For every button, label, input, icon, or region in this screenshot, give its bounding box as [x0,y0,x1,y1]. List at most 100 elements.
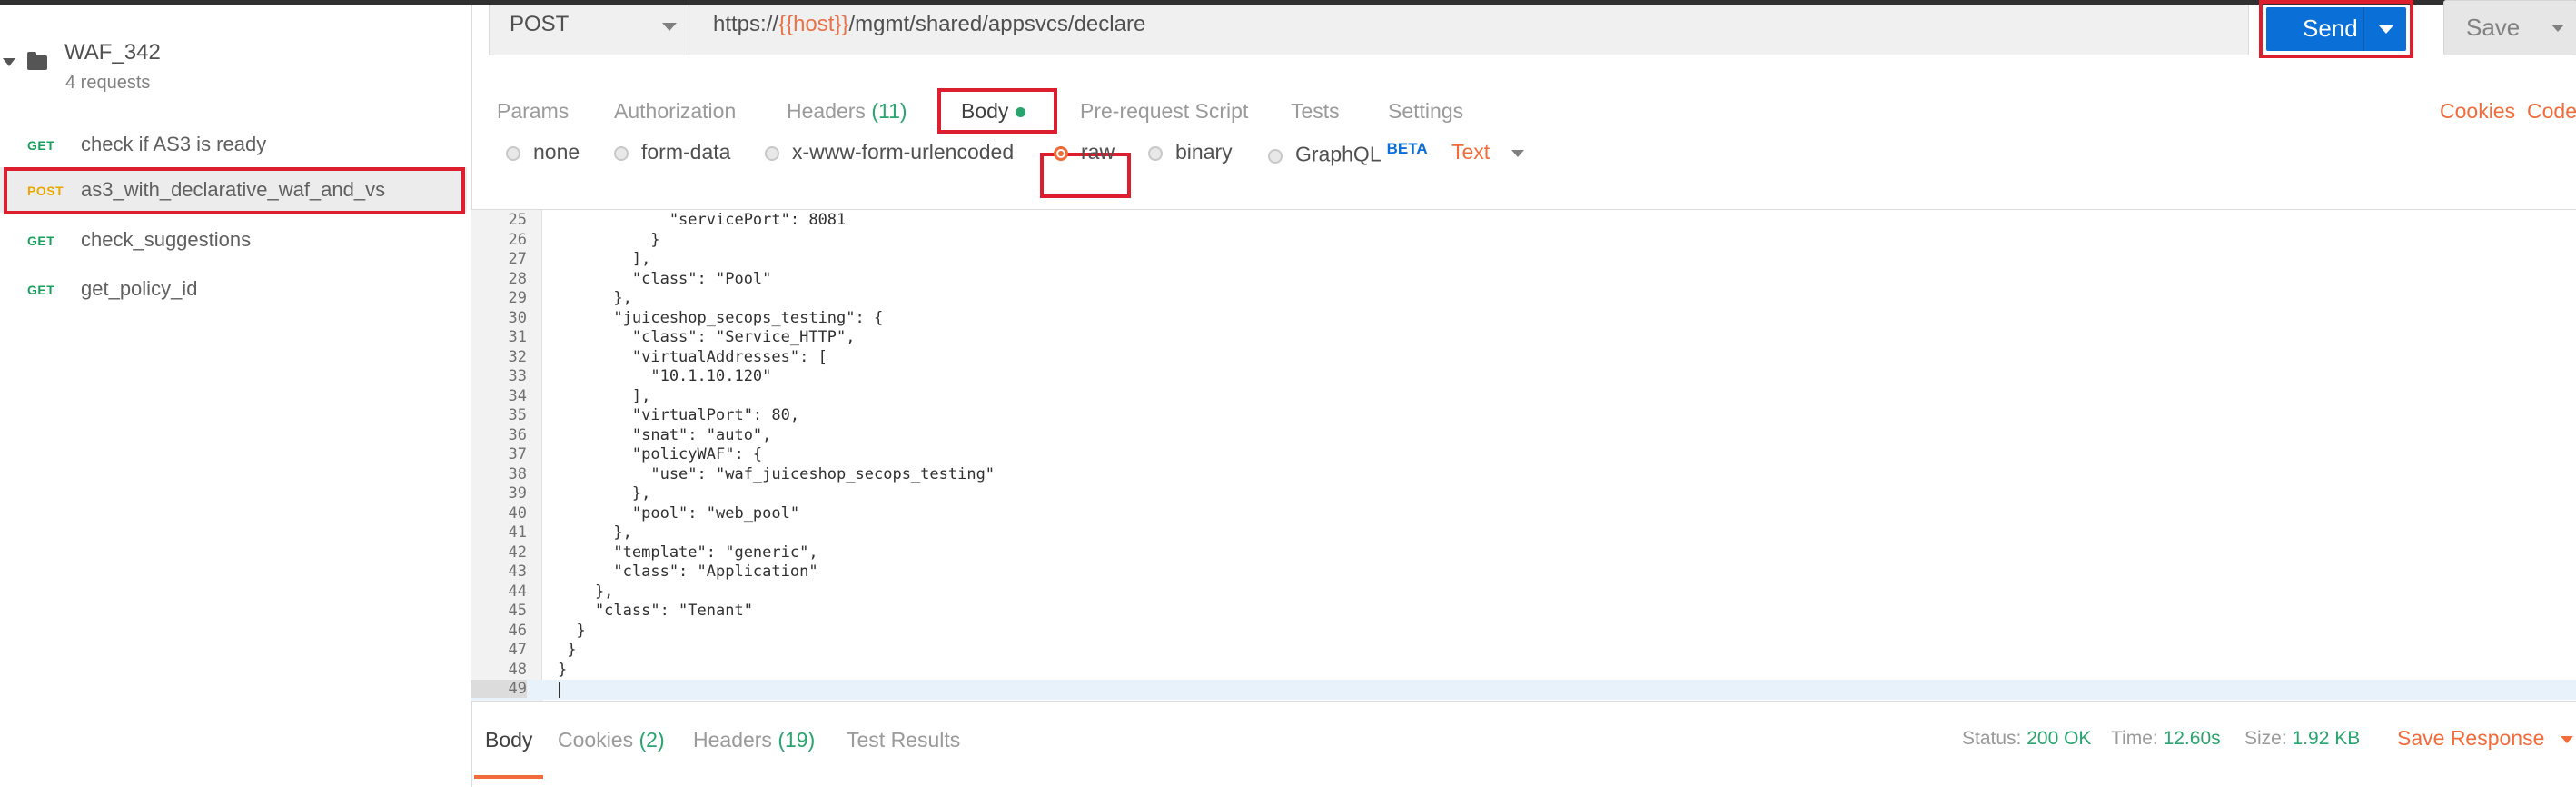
code-text[interactable]: }, [558,289,631,307]
beta-badge: BETA [1386,140,1428,157]
code-text[interactable]: "class": "Application" [558,563,817,581]
code-text[interactable]: "template": "generic", [558,543,817,562]
url-input[interactable]: https://{{host}}/mgmt/shared/appsvcs/dec… [689,5,2249,55]
code-text[interactable]: "snat": "auto", [558,426,772,444]
code-text[interactable]: }, [558,484,650,503]
code-line[interactable]: 49 [471,680,2576,700]
code-text[interactable]: }, [558,523,631,542]
code-text[interactable]: } [558,231,659,249]
tab-body[interactable]: Body [961,99,1026,124]
code-text[interactable]: } [558,641,576,659]
caret-down-icon[interactable] [3,58,15,66]
code-text[interactable]: } [558,661,567,679]
code-link[interactable]: Code [2527,99,2576,124]
code-line[interactable]: 30 "juiceshop_secops_testing": { [471,309,2576,329]
radio-icon[interactable] [765,145,779,161]
code-text[interactable]: }, [558,583,613,601]
code-line[interactable]: 47 } [471,641,2576,661]
response-tab-headers[interactable]: Headers (19) [693,728,815,752]
code-line[interactable]: 36 "snat": "auto", [471,426,2576,446]
code-line[interactable]: 27 ], [471,250,2576,270]
sidebar-request-item[interactable]: GET get_policy_id [0,266,467,312]
code-text[interactable]: ], [558,387,650,405]
code-text[interactable]: "servicePort": 8081 [558,211,846,229]
code-line[interactable]: 45 "class": "Tenant" [471,602,2576,622]
tab-headers[interactable]: Headers (11) [787,99,907,124]
code-line[interactable]: 25 "servicePort": 8081 [471,211,2576,231]
code-text[interactable]: "virtualAddresses": [ [558,348,827,366]
code-text[interactable]: "use": "waf_juiceshop_secops_testing" [558,465,995,483]
code-line[interactable]: 28 "class": "Pool" [471,270,2576,290]
body-type-label: form-data [641,140,731,164]
code-line[interactable]: 41 }, [471,523,2576,543]
save-options-chevron-icon[interactable] [2551,25,2564,32]
request-name: as3_with_declarative_waf_and_vs [81,178,386,201]
send-options-chevron-icon[interactable] [2379,25,2393,34]
tab-authorization[interactable]: Authorization [614,99,736,124]
radio-selected-icon[interactable] [1054,145,1068,161]
request-panel: POST https://{{host}}/mgmt/shared/appsvc… [471,0,2576,787]
code-line[interactable]: 48} [471,661,2576,681]
radio-icon[interactable] [506,145,520,161]
code-line[interactable]: 33 "10.1.10.120" [471,367,2576,387]
code-line[interactable]: 32 "virtualAddresses": [ [471,348,2576,368]
code-line[interactable]: 26 } [471,231,2576,251]
code-text[interactable]: "10.1.10.120" [558,367,771,385]
code-text[interactable]: ], [558,250,650,268]
request-method-badge: GET [27,138,55,153]
code-line[interactable]: 42 "template": "generic", [471,543,2576,563]
tab-tests[interactable]: Tests [1291,99,1340,124]
code-line[interactable]: 37 "policyWAF": { [471,445,2576,465]
code-text[interactable]: "class": "Tenant" [558,602,753,620]
save-button[interactable]: Save [2443,0,2576,55]
url-path: /mgmt/shared/appsvcs/declare [848,12,1146,36]
code-line[interactable]: 35 "virtualPort": 80, [471,406,2576,426]
sidebar-request-item[interactable]: GET check if AS3 is ready [0,122,467,167]
tab-pre-request-script[interactable]: Pre-request Script [1080,99,1248,124]
body-type-urlencoded[interactable]: x-www-form-urlencoded [765,140,1014,164]
code-line[interactable]: 46 } [471,622,2576,642]
code-line[interactable]: 44 }, [471,583,2576,603]
line-number: 37 [508,445,527,463]
code-text[interactable]: "class": "Pool" [558,270,772,288]
response-tab-cookies[interactable]: Cookies (2) [558,728,665,752]
save-response-button[interactable]: Save Response [2397,726,2574,751]
sidebar-request-item[interactable]: GET check_suggestions [0,217,467,263]
radio-icon[interactable] [614,145,629,161]
cookies-link[interactable]: Cookies [2440,99,2515,124]
request-method-badge: POST [27,184,64,198]
content-type-select[interactable]: Text [1451,140,1525,164]
tab-settings[interactable]: Settings [1388,99,1463,124]
body-type-raw[interactable]: raw [1054,140,1115,164]
response-tab-test-results[interactable]: Test Results [847,728,960,752]
code-editor[interactable]: 25 "servicePort": 8081 26 } 27 ], 28 "class… [471,209,2576,702]
code-line[interactable]: 38 "use": "waf_juiceshop_secops_testing" [471,465,2576,485]
radio-icon[interactable] [1148,145,1163,161]
code-line[interactable]: 29 }, [471,289,2576,309]
code-line[interactable]: 34 ], [471,387,2576,407]
code-line[interactable]: 39 }, [471,484,2576,504]
code-line[interactable]: 43 "class": "Application" [471,563,2576,583]
body-type-form-data[interactable]: form-data [614,140,730,164]
body-type-graphql[interactable]: GraphQL BETA [1268,140,1428,167]
code-text[interactable]: "pool": "web_pool" [558,504,799,523]
code-line[interactable]: 31 "class": "Service_HTTP", [471,328,2576,348]
code-text[interactable]: "class": "Service_HTTP", [558,328,856,346]
code-text[interactable]: "virtualPort": 80, [558,406,799,424]
code-text[interactable]: } [558,622,585,640]
method-select[interactable]: POST [489,5,689,55]
size-label: Size: [2244,728,2287,749]
send-button[interactable]: Send [2266,7,2406,51]
line-number: 31 [508,328,527,346]
url-text[interactable]: https://{{host}}/mgmt/shared/appsvcs/dec… [713,12,1145,37]
code-text[interactable]: "juiceshop_secops_testing": { [558,309,883,327]
collection-header[interactable]: WAF_342 4 requests [0,28,471,99]
body-type-none[interactable]: none [506,140,580,164]
code-text[interactable]: "policyWAF": { [558,445,762,463]
tab-params[interactable]: Params [497,99,569,124]
sidebar-request-item-selected[interactable]: POST as3_with_declarative_waf_and_vs [0,167,467,214]
response-tab-body[interactable]: Body [473,728,544,779]
code-line[interactable]: 40 "pool": "web_pool" [471,504,2576,524]
radio-icon[interactable] [1268,148,1283,164]
body-type-binary[interactable]: binary [1148,140,1233,164]
